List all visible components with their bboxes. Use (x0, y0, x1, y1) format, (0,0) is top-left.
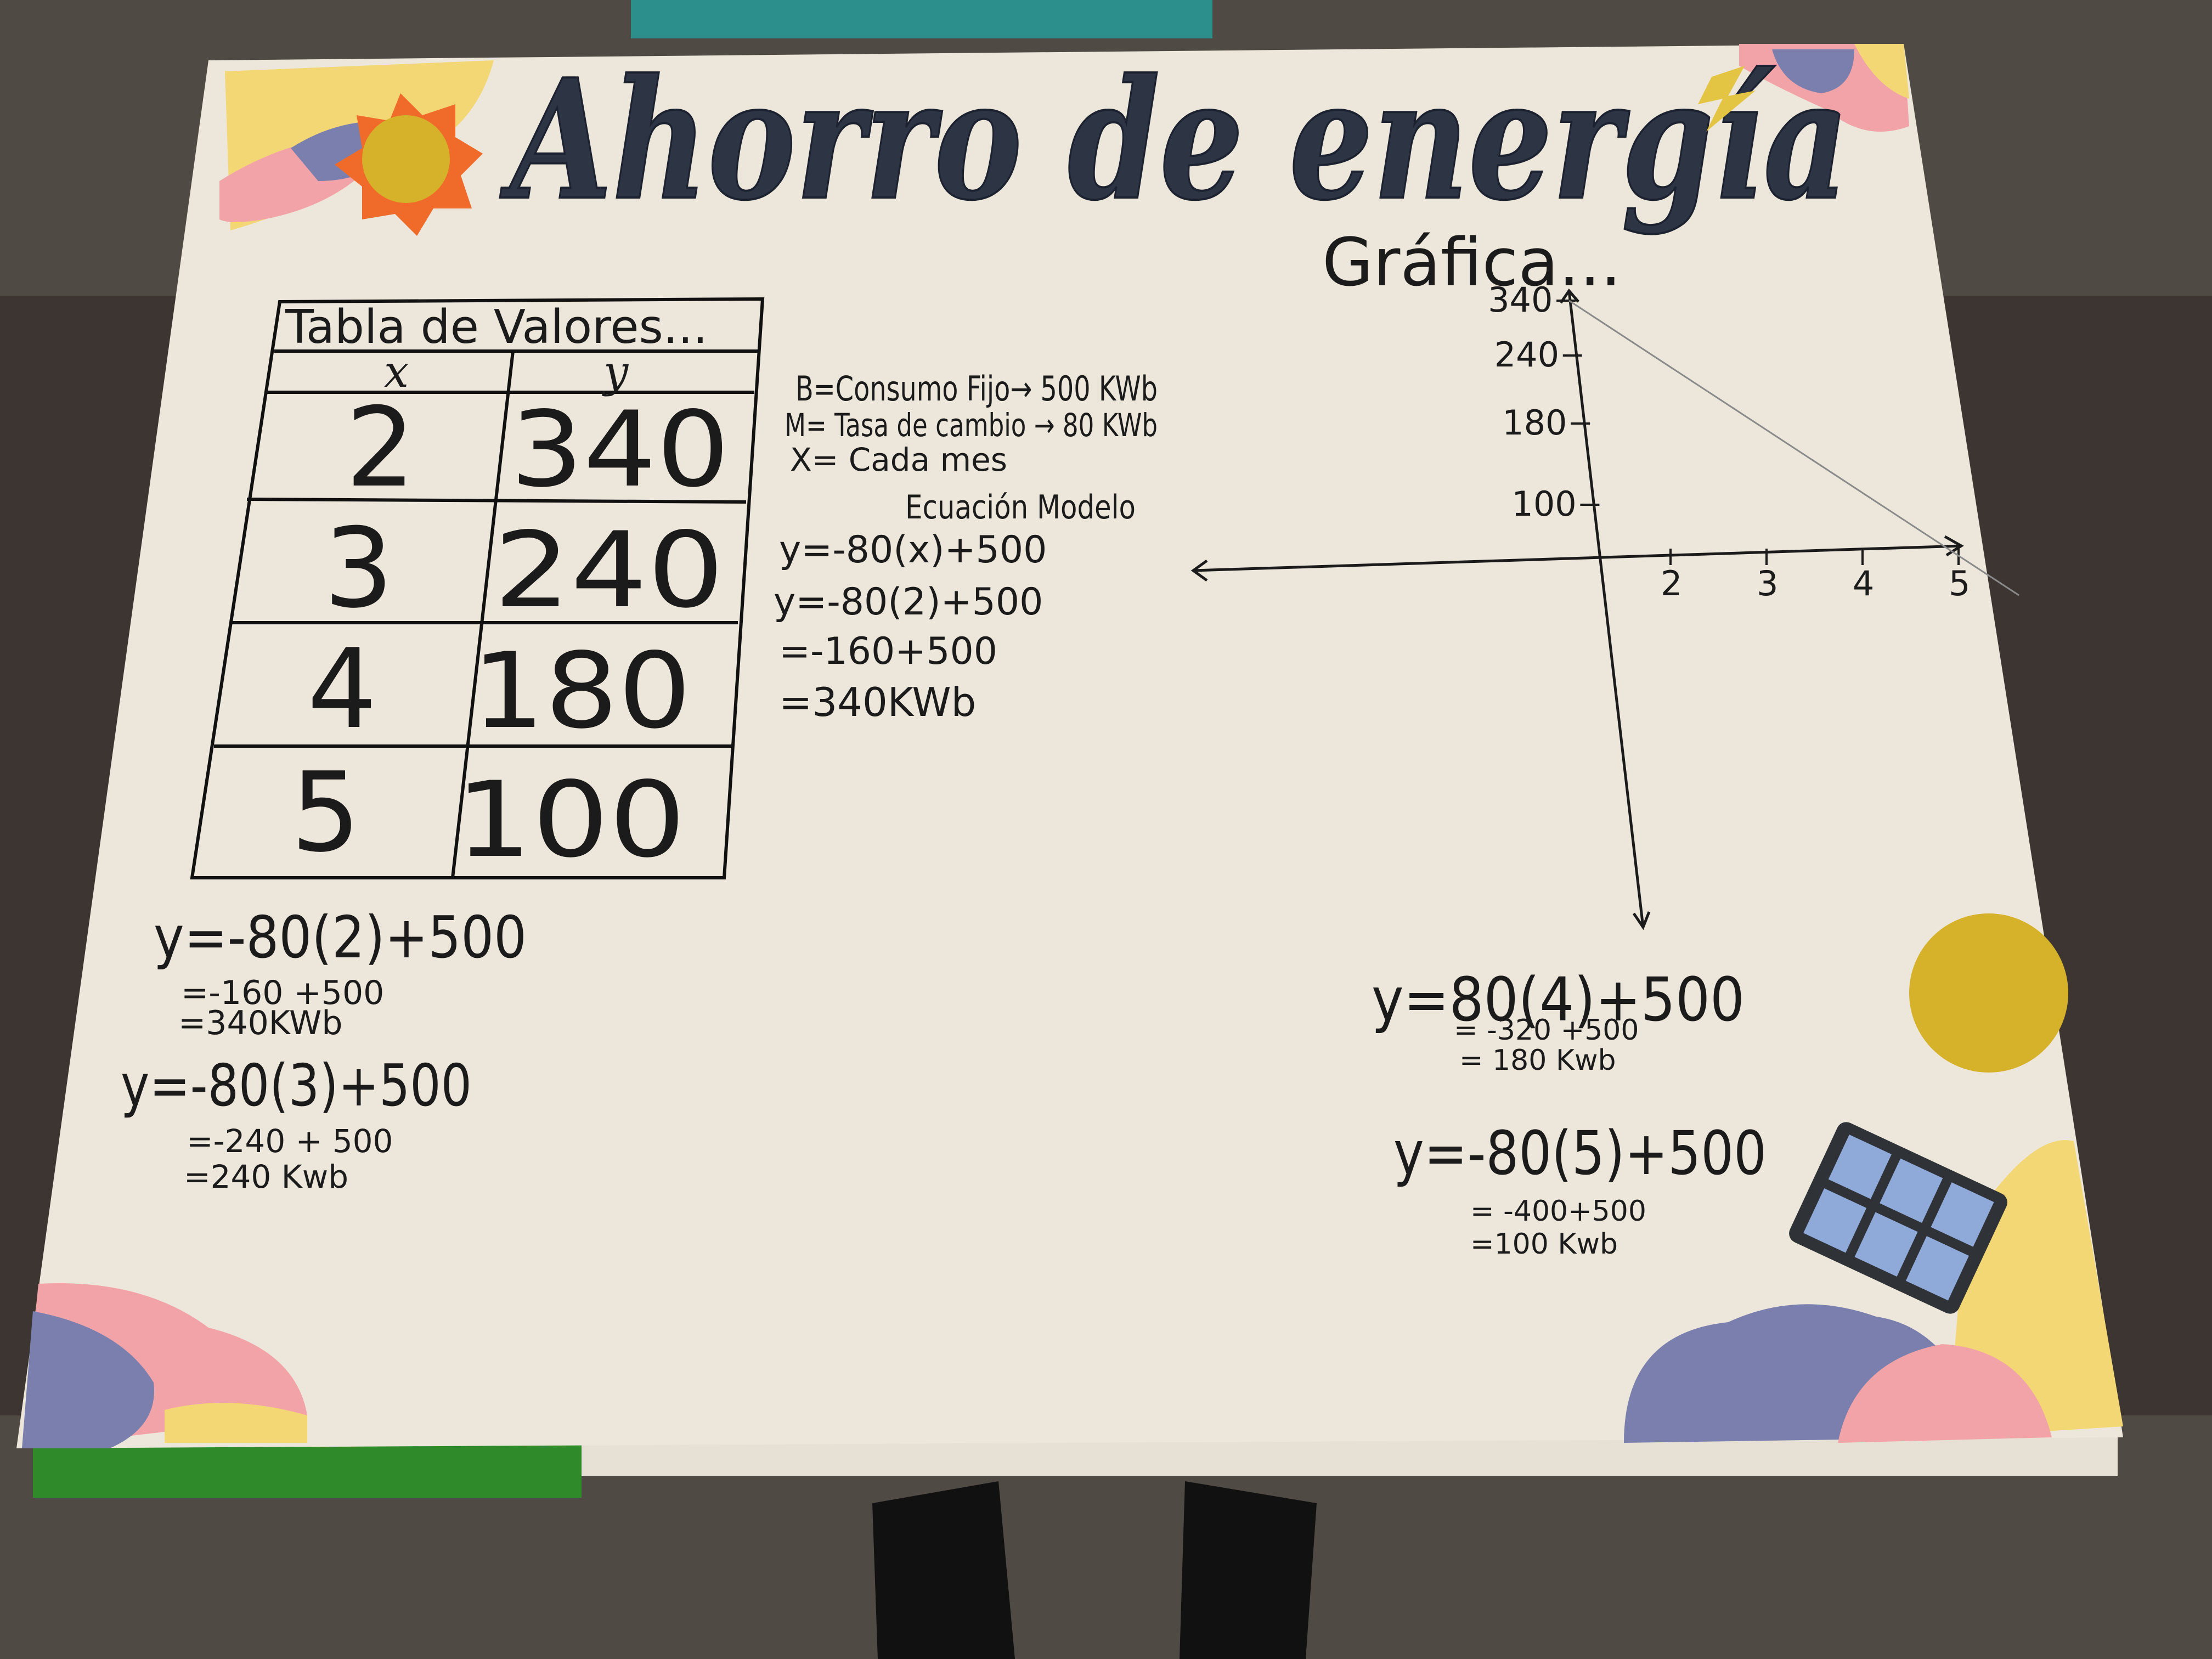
x-tick-label: 4 (1853, 563, 1874, 603)
model-line: y=-80(x)+500 (779, 528, 1047, 572)
y-tick-label: 100 (1511, 484, 1576, 524)
calc-step: =340KWb (178, 1004, 342, 1042)
table-cell-x: 4 (307, 625, 377, 753)
calc-step: = -400+500 (1470, 1195, 1646, 1228)
teal-object-top (631, 0, 1212, 38)
table-cell-y: 100 (455, 759, 686, 881)
definition-line: B=Consumo Fijo→ 500 KWb (795, 369, 1158, 409)
calc-step: =100 Kwb (1470, 1228, 1618, 1261)
x-tick-label: 3 (1757, 563, 1778, 603)
gold-sun-icon (1909, 913, 2068, 1073)
model-line: =-160+500 (779, 630, 997, 673)
calc-equation: y=-80(5)+500 (1393, 1118, 1767, 1188)
calc-step: = 180 Kwb (1459, 1044, 1616, 1077)
definition-line: M= Tasa de cambio → 80 KWb (785, 407, 1158, 444)
shoe-left (872, 1481, 1015, 1659)
x-tick-label: 2 (1661, 563, 1682, 603)
model-line: y=-80(2)+500 (774, 580, 1043, 624)
calc-step: =-240 + 500 (187, 1122, 393, 1160)
table-cell-y: 240 (494, 510, 724, 631)
calc-equation: y=-80(2)+500 (154, 904, 527, 971)
table-cell-y: 340 (510, 389, 730, 510)
table-cell-x: 2 (346, 384, 415, 512)
model-line: =340KWb (779, 679, 976, 725)
table-caption: Tabla de Valores... (285, 300, 708, 354)
y-tick-label: 240 (1494, 335, 1559, 375)
y-tick-label: 340 (1488, 280, 1553, 320)
chart-heading: Gráfica... (1322, 225, 1621, 301)
y-tick-label: 180 (1502, 403, 1567, 443)
poster-title: Ahorro de energía (500, 43, 1849, 236)
x-tick-label: 5 (1949, 563, 1970, 603)
model-heading: Ecuación Modelo (905, 488, 1136, 527)
shoe-right (1180, 1481, 1317, 1659)
table-cell-x: 5 (291, 749, 360, 877)
calc-equation: y=-80(3)+500 (121, 1052, 472, 1119)
poster-photo: Ahorro de energía Gráfica... Tabla de Va… (0, 0, 2212, 1659)
table-cell-x: 3 (324, 505, 393, 633)
table-cell-y: 180 (472, 630, 691, 752)
calc-step: =240 Kwb (184, 1158, 348, 1195)
calc-step: = -320 +500 (1454, 1014, 1639, 1047)
definition-line: X= Cada mes (790, 441, 1007, 478)
